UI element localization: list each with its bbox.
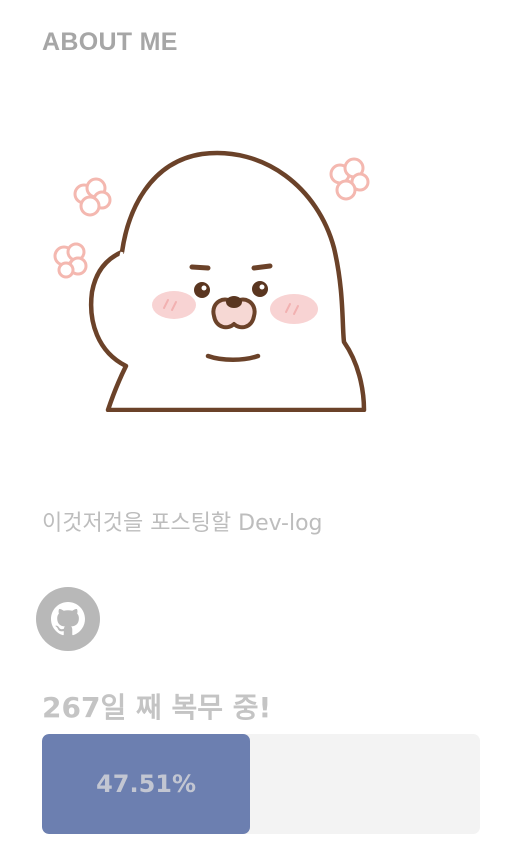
service-progress-label: 47.51% [96, 770, 197, 798]
blog-description: 이것저것을 포스팅할 Dev-log [42, 511, 323, 536]
service-progress-fill: 47.51% [42, 734, 251, 834]
service-progress-track: 47.51% [42, 734, 480, 834]
service-days-title: 267일 째 복무 중! [42, 691, 272, 724]
about-me-heading: ABOUT ME [42, 28, 178, 56]
github-link-button[interactable] [36, 587, 100, 651]
github-icon [51, 602, 85, 636]
seal-character-avatar [53, 150, 370, 412]
